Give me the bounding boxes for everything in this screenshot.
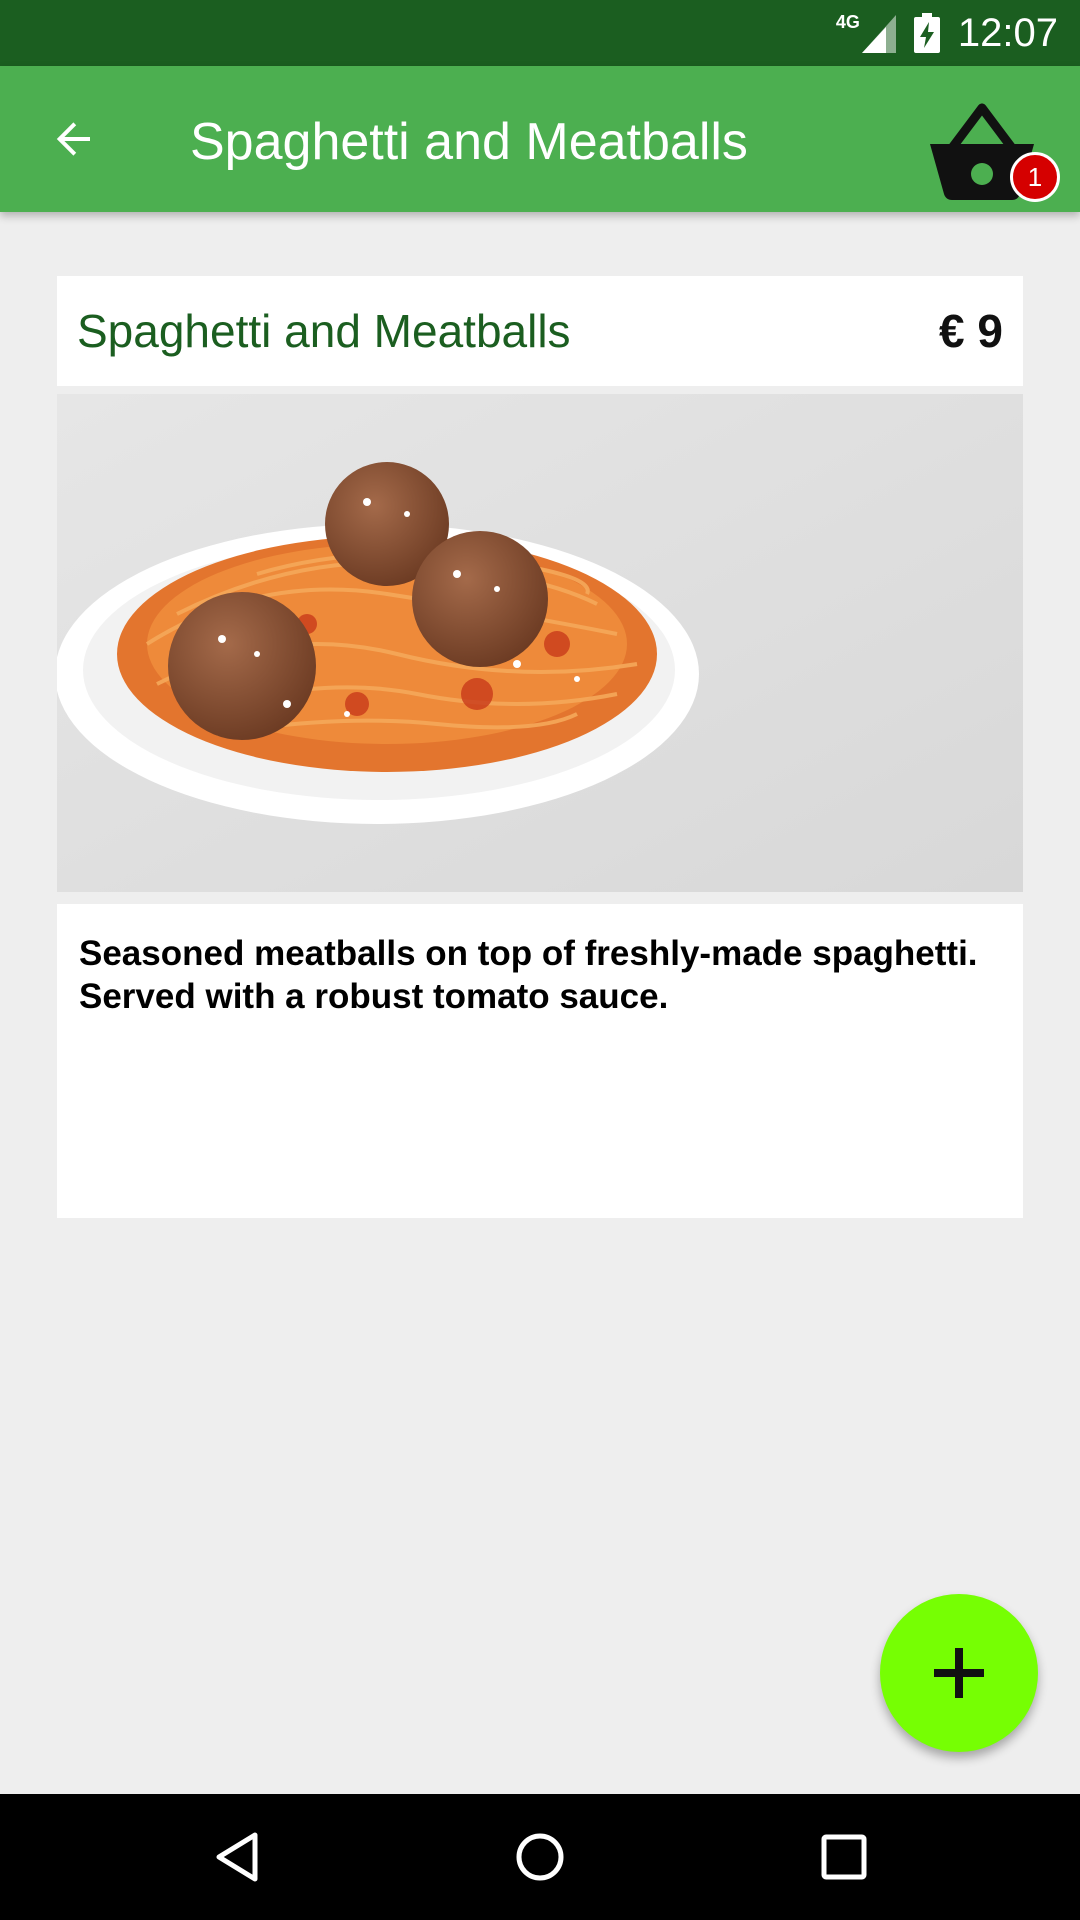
cart-count-badge: 1 (1010, 152, 1060, 202)
signal-icon (861, 15, 896, 53)
back-button[interactable] (36, 101, 112, 177)
recents-square-icon (821, 1834, 867, 1880)
product-photo (57, 394, 1023, 892)
nav-back-button[interactable] (202, 1822, 272, 1892)
clock: 12:07 (957, 11, 1058, 55)
screen: 4G 12:07 Spaghetti and Meatballs 1 Spagh… (0, 0, 1080, 1920)
product-price: € 9 (939, 305, 1003, 357)
page-title: Spaghetti and Meatballs (190, 113, 748, 171)
network-type: 4G (835, 12, 860, 32)
back-triangle-icon (216, 1832, 258, 1882)
plus-icon (934, 1648, 984, 1698)
status-bar: 4G 12:07 (0, 0, 1080, 66)
battery-charging-icon (913, 13, 940, 53)
app-bar: Spaghetti and Meatballs 1 (0, 66, 1080, 212)
nav-recents-button[interactable] (809, 1822, 879, 1892)
arrow-back-icon (56, 122, 90, 156)
product-name: Spaghetti and Meatballs (77, 305, 571, 357)
product-description: Seasoned meatballs on top of freshly-mad… (57, 904, 1023, 1218)
spaghetti-meatballs-photo (57, 394, 1023, 892)
home-circle-icon (516, 1833, 564, 1881)
system-nav-bar (0, 1794, 1080, 1920)
add-to-cart-button[interactable] (880, 1594, 1038, 1752)
nav-home-button[interactable] (505, 1822, 575, 1892)
product-header: Spaghetti and Meatballs € 9 (57, 276, 1023, 386)
network-indicator: 4G (836, 13, 896, 53)
